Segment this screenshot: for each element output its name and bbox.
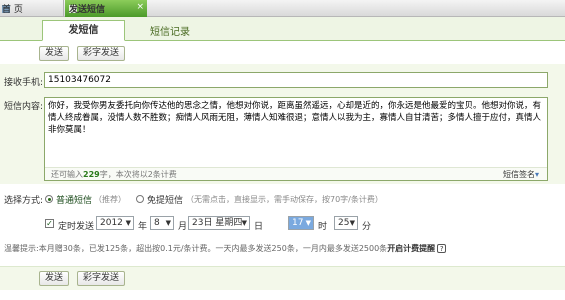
hour-select[interactable]: 17 ▼	[288, 216, 314, 230]
billing-reminder-link[interactable]: 开启计费提醒	[387, 244, 435, 253]
char-count-prefix: 还可输入	[51, 170, 83, 179]
radio-normal-sms[interactable]	[45, 195, 53, 203]
year-select[interactable]: 2012 ▼	[96, 216, 134, 230]
message-textarea[interactable]: 你好，我受你男友委托向你传达他的思念之情，他想对你说，距离虽然遥远，心却是近的，…	[44, 97, 548, 181]
send-button-bottom[interactable]: 发送	[39, 271, 69, 286]
quota-notice-text: 温馨提示:本月赠30条，已发125条，超出按0.1元/条计费。一天内最多发送25…	[4, 244, 388, 253]
chevron-down-icon: ▾	[534, 170, 539, 179]
color-send-button-bottom[interactable]: 彩字发送	[77, 271, 125, 286]
message-content: 你好，我受你男友委托向你传达他的思念之情，他想对你说，距离虽然遥远，心却是近的，…	[48, 101, 542, 135]
close-icon[interactable]: ×	[136, 2, 144, 12]
year-value: 2012	[100, 218, 123, 228]
bottom-button-row: 发送 彩字发送	[0, 266, 565, 290]
method-label: 选择方式:	[4, 196, 44, 206]
hour-unit: 时	[318, 222, 328, 232]
method-normal-label: 普通短信	[56, 196, 93, 206]
sub-tab-bar: 发短信 短信记录	[0, 17, 565, 41]
phone-input[interactable]: 15103476072	[44, 72, 548, 88]
radio-free-sms[interactable]	[136, 195, 144, 203]
minute-select[interactable]: 25 ▼	[334, 216, 358, 230]
color-send-button[interactable]: 彩字发送	[77, 46, 125, 61]
month-unit: 月	[178, 222, 188, 232]
month-value: 8	[154, 218, 160, 228]
schedule-label: 定时发送	[58, 222, 95, 232]
phone-label: 接收手机:	[4, 78, 44, 88]
chevron-down-icon: ▼	[241, 219, 247, 227]
minute-value: 25	[338, 218, 350, 228]
char-count-suffix: 字，本次将以2条计费	[99, 170, 177, 179]
signature-dropdown[interactable]: 短信签名▾	[503, 169, 539, 180]
tab-home[interactable]: 首 页	[0, 0, 64, 17]
chevron-down-icon: ▼	[305, 219, 311, 227]
tab-message-history[interactable]: 短信记录	[150, 23, 190, 38]
chevron-down-icon: ▼	[349, 219, 355, 227]
browser-tab-strip: 首 页 发送短信 ×	[0, 0, 565, 17]
char-count-value: 229	[83, 170, 100, 179]
day-value: 23日 星期四	[192, 218, 243, 228]
day-select[interactable]: 23日 星期四 ▼	[188, 216, 250, 230]
year-unit: 年	[138, 222, 148, 232]
schedule-checkbox[interactable]: ✓	[45, 219, 54, 228]
tab-home-label: 首 页	[2, 5, 23, 15]
signature-label: 短信签名	[502, 170, 535, 179]
tab-send-message[interactable]: 发短信	[42, 20, 125, 41]
top-button-row: 发送 彩字发送	[0, 45, 565, 63]
method-free-note: （无需点击，直接显示，需手动保存，按70字/条计费）	[186, 195, 383, 204]
day-unit: 日	[254, 222, 264, 232]
minute-unit: 分	[362, 222, 372, 232]
method-free-label: 免提短信	[147, 196, 184, 206]
month-select[interactable]: 8 ▼	[150, 216, 174, 230]
message-footer: 还可输入229字，本次将以2条计费 短信签名▾	[45, 167, 547, 180]
char-count: 还可输入229字，本次将以2条计费	[51, 169, 177, 180]
content-label: 短信内容:	[4, 102, 44, 112]
chevron-down-icon: ▼	[125, 219, 131, 227]
help-icon[interactable]: ?	[437, 244, 447, 253]
send-button[interactable]: 发送	[39, 46, 69, 61]
method-normal-note: （推荐）	[94, 195, 126, 204]
tab-send-sms-label: 发送短信	[69, 5, 106, 15]
tab-send-sms[interactable]: 发送短信 ×	[65, 0, 147, 17]
hour-value: 17	[292, 218, 304, 228]
quota-notice: 温馨提示:本月赠30条，已发125条，超出按0.1元/条计费。一天内最多发送25…	[4, 243, 447, 254]
chevron-down-icon: ▼	[165, 219, 171, 227]
